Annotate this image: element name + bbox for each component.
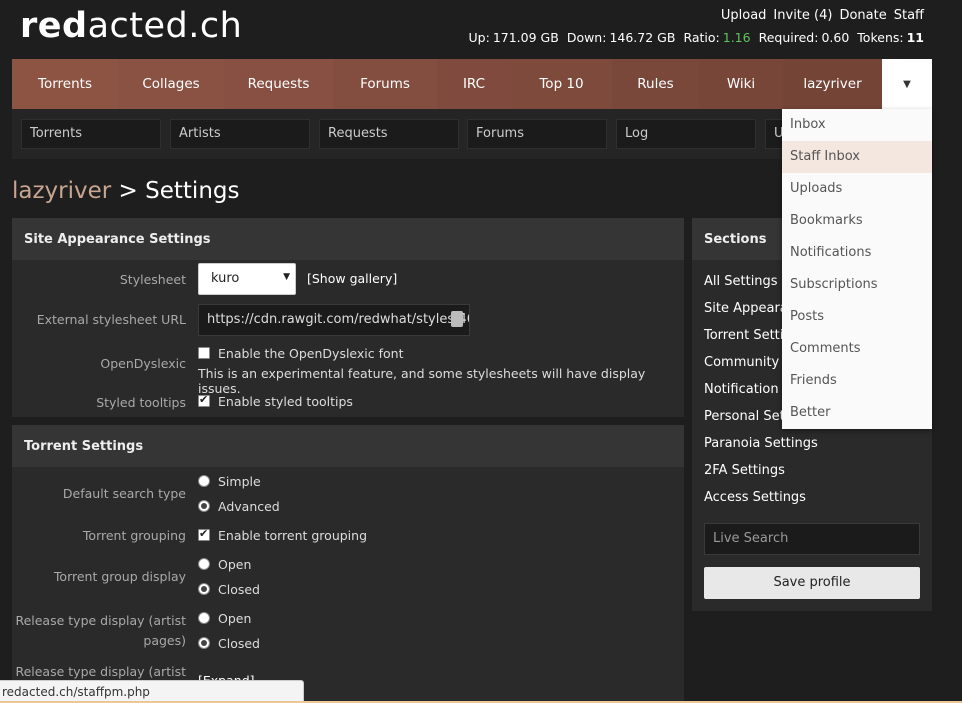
group-display-closed-radio[interactable] <box>198 583 210 595</box>
section-link-paranoia[interactable]: Paranoia Settings <box>704 430 818 457</box>
chevron-down-icon: ▼ <box>283 272 290 282</box>
grouping-checkbox[interactable] <box>198 527 210 541</box>
menu-wiki[interactable]: Wiki <box>699 59 783 109</box>
dropdown-item-notifications[interactable]: Notifications <box>782 237 932 269</box>
torrent-heading: Torrent Settings <box>12 425 684 467</box>
release-artist-open-option[interactable]: Open <box>198 611 251 626</box>
dropdown-item-better[interactable]: Better <box>782 397 932 429</box>
show-gallery-link[interactable]: [Show gallery] <box>307 271 397 286</box>
group-display-label: Torrent group display <box>53 569 186 584</box>
release-artist-open-radio[interactable] <box>198 612 210 624</box>
opendyslexic-note: This is an experimental feature, and som… <box>198 366 646 396</box>
opendyslexic-checkbox[interactable] <box>198 347 210 359</box>
grouping-option[interactable]: Enable torrent grouping <box>198 527 367 543</box>
grouping-label: Torrent grouping <box>82 528 186 543</box>
search-artists-input[interactable]: Artists <box>170 119 310 149</box>
menu-user[interactable]: lazyriver <box>783 59 882 109</box>
user-stats: Up: 171.09 GB Down: 146.72 GB Ratio: 1.16 R… <box>469 30 924 45</box>
dropdown-item-subscriptions[interactable]: Subscriptions <box>782 269 932 301</box>
status-bar-url: redacted.ch/staffpm.php <box>0 680 304 703</box>
stat-tokens: Tokens: 11 <box>857 30 924 45</box>
stat-down: Down: 146.72 GB <box>566 30 676 45</box>
appearance-heading: Site Appearance Settings <box>12 218 684 260</box>
release-artist-closed-option[interactable]: Closed <box>198 636 260 651</box>
menu-forums[interactable]: Forums <box>333 59 437 109</box>
torrent-panel: Torrent Settings Default search type Sim… <box>12 425 684 703</box>
search-requests-input[interactable]: Requests <box>319 119 459 149</box>
menu-top10[interactable]: Top 10 <box>511 59 612 109</box>
tooltips-label: Styled tooltips <box>96 395 186 410</box>
external-stylesheet-input[interactable]: https://cdn.rawgit.com/redwhat/styles/46… <box>198 304 470 336</box>
password-manager-icon[interactable] <box>451 311 463 327</box>
stat-ratio: Ratio: 1.16 <box>683 30 751 45</box>
opendyslexic-option[interactable]: Enable the OpenDyslexic font <box>198 346 404 361</box>
release-artist-closed-radio[interactable] <box>198 637 210 649</box>
stat-required: Required: 0.60 <box>758 30 850 45</box>
dropdown-item-uploads[interactable]: Uploads <box>782 173 932 205</box>
stylesheet-select[interactable]: kuro ▼ <box>198 263 296 295</box>
search-bar: Torrents Artists Requests Forums Log U <box>12 109 795 159</box>
search-simple-option[interactable]: Simple <box>198 474 261 489</box>
appearance-panel: Site Appearance Settings Stylesheet kuro… <box>12 218 684 417</box>
dropdown-item-comments[interactable]: Comments <box>782 333 932 365</box>
main-menu: Torrents Collages Requests Forums IRC To… <box>12 59 932 109</box>
menu-requests[interactable]: Requests <box>224 59 333 109</box>
menu-rules[interactable]: Rules <box>612 59 699 109</box>
search-forums-input[interactable]: Forums <box>467 119 607 149</box>
dropdown-item-staff-inbox[interactable]: Staff Inbox <box>782 141 932 173</box>
page-title: lazyriver > Settings <box>12 178 240 204</box>
opendyslexic-label: OpenDyslexic <box>100 356 186 371</box>
save-profile-button[interactable]: Save profile <box>704 567 920 599</box>
group-display-open-radio[interactable] <box>198 558 210 570</box>
release-artist-label: Release type display (artist pages) <box>15 613 186 648</box>
search-simple-radio[interactable] <box>198 475 210 487</box>
invite-link[interactable]: Invite (4) <box>773 8 832 23</box>
stat-up: Up: 171.09 GB <box>468 30 559 45</box>
site-logo[interactable]: redacted.ch <box>20 6 242 46</box>
section-link-access[interactable]: Access Settings <box>704 484 818 511</box>
stylesheet-label: Stylesheet <box>119 272 186 287</box>
group-display-closed-option[interactable]: Closed <box>198 582 260 597</box>
search-torrents-input[interactable]: Torrents <box>21 119 161 149</box>
section-link-2fa[interactable]: 2FA Settings <box>704 457 818 484</box>
chevron-down-icon: ▼ <box>903 78 911 90</box>
dropdown-item-friends[interactable]: Friends <box>782 365 932 397</box>
donate-link[interactable]: Donate <box>839 8 886 23</box>
upload-link[interactable]: Upload <box>721 8 767 23</box>
menu-torrents[interactable]: Torrents <box>12 59 118 109</box>
search-advanced-radio[interactable] <box>198 500 210 512</box>
tooltips-checkbox[interactable] <box>198 393 210 407</box>
menu-irc[interactable]: IRC <box>437 59 511 109</box>
release-artist2-label: Release type display (artist <box>15 664 186 679</box>
search-type-label: Default search type <box>62 486 186 501</box>
menu-collages[interactable]: Collages <box>118 59 224 109</box>
menu-dropdown-toggle[interactable]: ▼ <box>882 59 932 109</box>
dropdown-item-posts[interactable]: Posts <box>782 301 932 333</box>
search-advanced-option[interactable]: Advanced <box>198 499 280 514</box>
user-dropdown-menu: Inbox Staff Inbox Uploads Bookmarks Noti… <box>782 109 932 429</box>
live-search-input[interactable]: Live Search <box>704 523 920 555</box>
staff-link[interactable]: Staff <box>894 8 924 23</box>
tooltips-option[interactable]: Enable styled tooltips <box>198 393 353 409</box>
dropdown-item-bookmarks[interactable]: Bookmarks <box>782 205 932 237</box>
user-links: Upload Invite (4) Donate Staff <box>721 8 924 23</box>
external-stylesheet-label: External stylesheet URL <box>36 312 186 327</box>
search-log-input[interactable]: Log <box>616 119 756 149</box>
dropdown-item-inbox[interactable]: Inbox <box>782 109 932 141</box>
group-display-open-option[interactable]: Open <box>198 557 251 572</box>
